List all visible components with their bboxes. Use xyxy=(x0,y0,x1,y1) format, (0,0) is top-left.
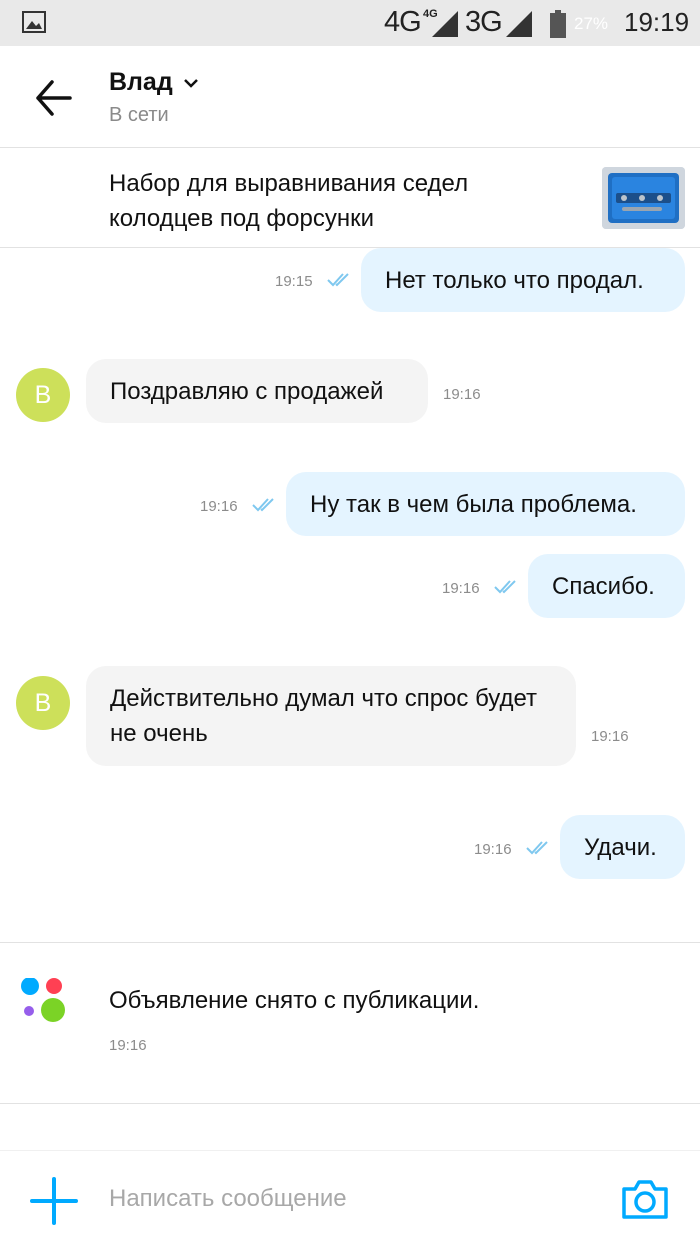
message-time: 19:16 xyxy=(474,841,512,858)
signal-icon-2 xyxy=(506,11,532,37)
system-notice: Объявление снято с публикации. 19:16 xyxy=(0,942,700,1104)
message-time: 19:16 xyxy=(591,728,629,745)
message-time: 19:16 xyxy=(443,386,481,403)
ad-card[interactable]: Набор для выравнивания седел колодцев по… xyxy=(0,148,700,248)
message-bubble[interactable]: Нет только что продал. xyxy=(361,248,685,312)
message-bubble[interactable]: Ну так в чем была проблема. xyxy=(286,472,685,536)
battery-icon xyxy=(550,10,566,38)
message-bubble[interactable]: Спасибо. xyxy=(528,554,685,618)
message-bubble[interactable]: Действительно думал что спрос будет не о… xyxy=(86,666,576,766)
battery-percent: 27% xyxy=(574,14,609,33)
contact-name-dropdown[interactable]: Влад xyxy=(109,68,199,97)
message-composer xyxy=(0,1150,700,1244)
gallery-notification-icon xyxy=(22,11,46,33)
plus-icon[interactable] xyxy=(28,1175,80,1227)
message-time: 19:16 xyxy=(200,498,238,515)
network-type-2: 3G xyxy=(465,6,503,38)
read-ticks-icon xyxy=(252,498,274,512)
message-bubble[interactable]: Удачи. xyxy=(560,815,685,879)
message-input[interactable] xyxy=(109,1181,579,1217)
read-ticks-icon xyxy=(327,273,349,287)
message-bubble[interactable]: Поздравляю с продажей xyxy=(86,359,428,423)
ad-title: Набор для выравнивания седел колодцев по… xyxy=(109,170,469,232)
clock: 19:19 xyxy=(624,7,690,37)
camera-icon[interactable] xyxy=(620,1177,670,1221)
message-time: 19:16 xyxy=(442,580,480,597)
chevron-down-icon xyxy=(184,78,199,88)
back-arrow-icon[interactable] xyxy=(30,76,76,120)
signal-icon xyxy=(432,11,458,37)
avatar[interactable]: В xyxy=(16,368,70,422)
status-bar: 4G 4G 3G 27% 19:19 xyxy=(0,0,700,46)
avatar[interactable]: В xyxy=(16,676,70,730)
read-ticks-icon xyxy=(526,841,548,855)
read-ticks-icon xyxy=(494,580,516,594)
contact-name: Влад xyxy=(109,68,173,96)
ad-thumbnail xyxy=(602,167,685,229)
contact-status: В сети xyxy=(109,104,169,126)
avito-logo-icon xyxy=(21,978,65,1022)
chat-header: Влад В сети xyxy=(0,46,700,148)
network-type-1: 4G xyxy=(384,6,422,38)
notice-text: Объявление снято с публикации. xyxy=(109,987,480,1014)
message-time: 19:15 xyxy=(275,273,313,290)
notice-time: 19:16 xyxy=(109,1037,147,1054)
